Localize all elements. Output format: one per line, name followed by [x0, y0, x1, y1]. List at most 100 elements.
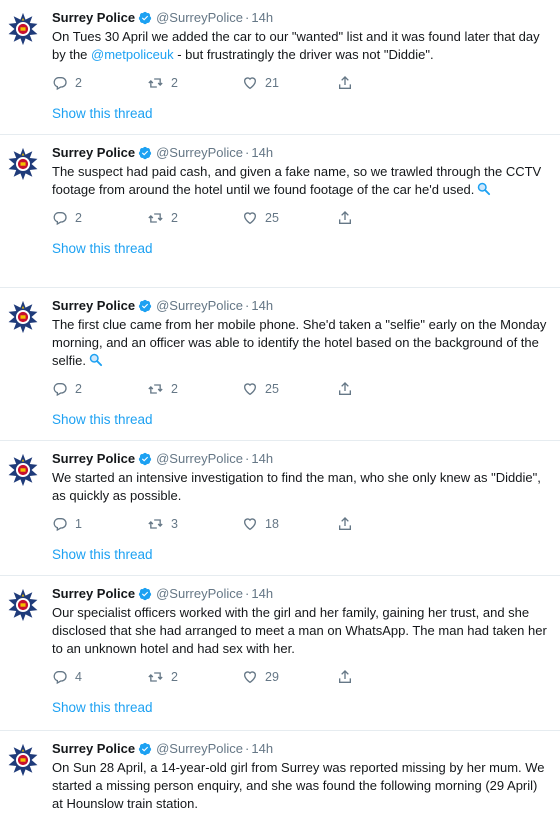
separator-dot: · [245, 586, 250, 601]
police-badge-icon[interactable] [6, 453, 40, 487]
tweet[interactable]: Surrey Police @SurreyPolice · 14h The suspe… [0, 135, 560, 288]
author-name[interactable]: Surrey Police [52, 10, 135, 25]
share-button[interactable] [337, 210, 377, 226]
retweet-button[interactable]: 3 [147, 516, 242, 532]
tweet-feed: Surrey Police @SurreyPolice · 14h On Tues 3… [0, 0, 560, 824]
tweet[interactable]: Surrey Police @SurreyPolice · 14h On Tues 3… [0, 0, 560, 135]
separator-dot: · [245, 10, 250, 25]
share-icon [337, 516, 353, 532]
author-name[interactable]: Surrey Police [52, 586, 135, 601]
tweet-time[interactable]: 14h [251, 741, 273, 756]
show-thread-link[interactable]: Show this thread [0, 96, 550, 132]
tweet-header: Surrey Police @SurreyPolice · 14h [52, 10, 550, 27]
retweet-count: 2 [171, 211, 178, 225]
tweet-text-part: The first clue came from her mobile phon… [52, 317, 547, 368]
tweet-header: Surrey Police @SurreyPolice · 14h [52, 451, 550, 468]
tweet-text-part: - but frustratingly the driver was not "… [173, 47, 434, 62]
retweet-count: 2 [171, 382, 178, 396]
author-handle[interactable]: @SurreyPolice [156, 586, 243, 601]
reply-button[interactable]: 1 [52, 516, 147, 532]
author-name[interactable]: Surrey Police [52, 451, 135, 466]
police-badge-icon[interactable] [6, 300, 40, 334]
like-count: 18 [265, 517, 279, 531]
police-badge-icon[interactable] [6, 12, 40, 46]
tweet[interactable]: Surrey Police @SurreyPolice · 14h The first… [0, 288, 560, 441]
show-thread-link[interactable]: Show this thread [0, 690, 550, 726]
like-count: 21 [265, 76, 279, 90]
share-button[interactable] [337, 75, 377, 91]
like-button[interactable]: 25 [242, 210, 337, 226]
author-handle[interactable]: @SurreyPolice [156, 741, 243, 756]
author-name[interactable]: Surrey Police [52, 741, 135, 756]
retweet-count: 2 [171, 76, 178, 90]
like-count: 25 [265, 211, 279, 225]
show-thread-link[interactable]: Show this thread [0, 402, 550, 438]
verified-icon [138, 299, 152, 313]
retweet-button[interactable]: 2 [147, 669, 242, 685]
retweet-icon [147, 516, 164, 532]
like-icon [242, 669, 258, 685]
tweet-time[interactable]: 14h [251, 145, 273, 160]
share-icon [337, 75, 353, 91]
police-badge-icon[interactable] [6, 743, 40, 777]
like-icon [242, 75, 258, 91]
retweet-count: 3 [171, 517, 178, 531]
share-button[interactable] [337, 669, 377, 685]
reply-count: 1 [75, 517, 82, 531]
like-button[interactable]: 29 [242, 669, 337, 685]
retweet-icon [147, 669, 164, 685]
magnifier-icon [88, 352, 103, 367]
police-badge-icon[interactable] [6, 147, 40, 181]
author-handle[interactable]: @SurreyPolice [156, 145, 243, 160]
tweet-header: Surrey Police @SurreyPolice · 14h [52, 298, 550, 315]
share-button[interactable] [337, 381, 377, 397]
retweet-icon [147, 381, 164, 397]
retweet-button[interactable]: 2 [147, 210, 242, 226]
reply-button[interactable]: 4 [52, 669, 147, 685]
share-button[interactable] [337, 516, 377, 532]
like-button[interactable]: 21 [242, 75, 337, 91]
separator-dot: · [245, 145, 250, 160]
separator-dot: · [245, 451, 250, 466]
tweet-header: Surrey Police @SurreyPolice · 14h [52, 741, 550, 758]
tweet-text: We started an intensive investigation to… [52, 470, 541, 503]
tweet[interactable]: Surrey Police @SurreyPolice · 14h Our speci… [0, 576, 560, 731]
show-thread-link[interactable]: Show this thread [0, 537, 550, 573]
reply-button[interactable]: 2 [52, 381, 147, 397]
like-button[interactable]: 25 [242, 381, 337, 397]
author-handle[interactable]: @SurreyPolice [156, 451, 243, 466]
author-handle[interactable]: @SurreyPolice [156, 10, 243, 25]
author-handle[interactable]: @SurreyPolice [156, 298, 243, 313]
share-icon [337, 210, 353, 226]
mention-link[interactable]: @metpoliceuk [91, 47, 174, 62]
tweet-time[interactable]: 14h [251, 586, 273, 601]
author-name[interactable]: Surrey Police [52, 145, 135, 160]
tweet-header: Surrey Police @SurreyPolice · 14h [52, 586, 550, 603]
tweet-text: The suspect had paid cash, and given a f… [52, 163, 550, 199]
like-icon [242, 210, 258, 226]
tweet-header: Surrey Police @SurreyPolice · 14h [52, 145, 550, 162]
reply-button[interactable]: 2 [52, 210, 147, 226]
tweet-actions: 1 3 18 [52, 513, 550, 535]
retweet-button[interactable]: 2 [147, 381, 242, 397]
verified-icon [138, 452, 152, 466]
reply-icon [52, 381, 68, 397]
tweet[interactable]: Surrey Police @SurreyPolice · 14h On Sun 28… [0, 731, 560, 824]
like-count: 29 [265, 670, 279, 684]
tweet-text: Our specialist officers worked with the … [52, 605, 547, 656]
verified-icon [138, 146, 152, 160]
retweet-button[interactable]: 2 [147, 75, 242, 91]
tweet-time[interactable]: 14h [251, 10, 273, 25]
reply-button[interactable]: 2 [52, 75, 147, 91]
tweet-time[interactable]: 14h [251, 451, 273, 466]
tweet-time[interactable]: 14h [251, 298, 273, 313]
show-thread-link[interactable]: Show this thread [0, 231, 550, 267]
tweet[interactable]: Surrey Police @SurreyPolice · 14h We starte… [0, 441, 560, 576]
share-icon [337, 669, 353, 685]
tweet-text: On Sun 28 April, a 14-year-old girl from… [52, 760, 545, 811]
like-button[interactable]: 18 [242, 516, 337, 532]
magnifier-icon [476, 181, 491, 196]
author-name[interactable]: Surrey Police [52, 298, 135, 313]
tweet-text: The first clue came from her mobile phon… [52, 316, 550, 370]
police-badge-icon[interactable] [6, 588, 40, 622]
